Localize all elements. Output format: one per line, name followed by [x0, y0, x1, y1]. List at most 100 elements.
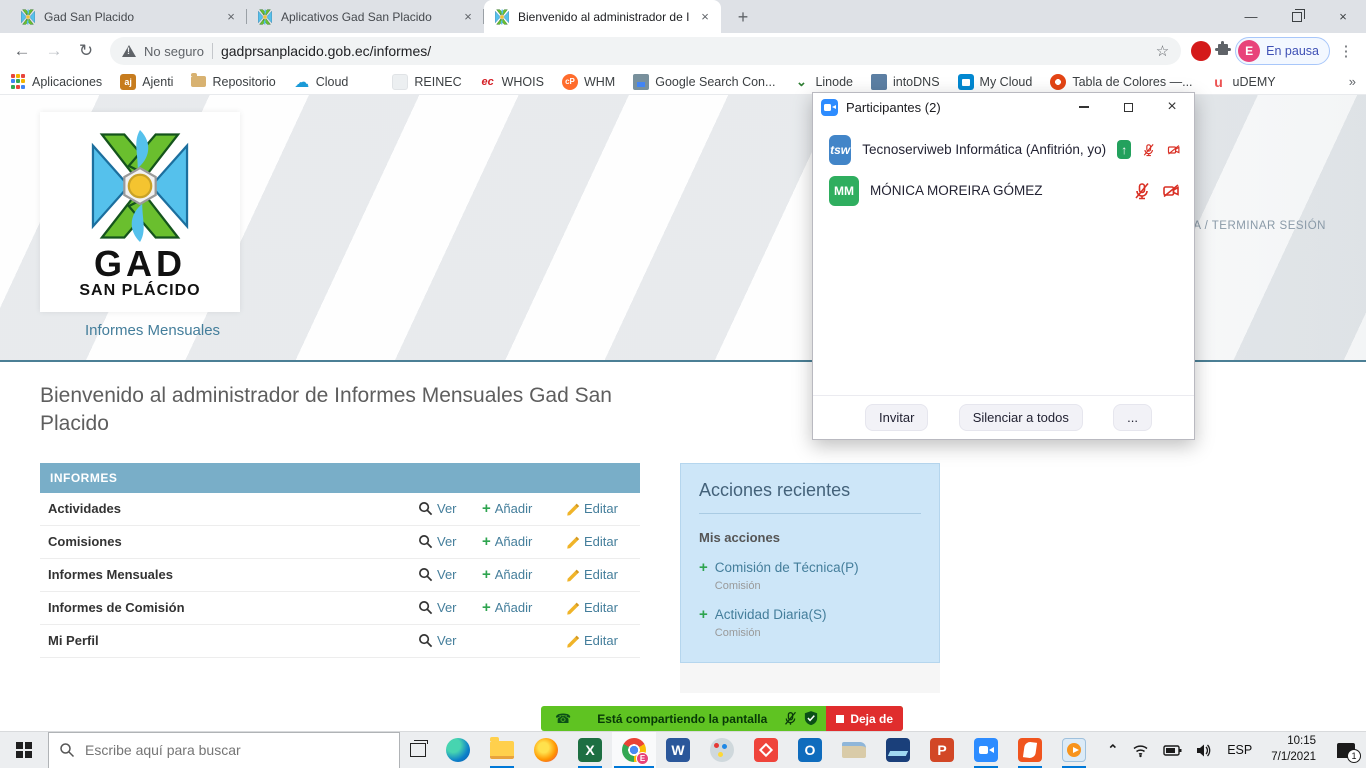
taskbar-search-box[interactable] — [48, 732, 400, 768]
ver-link[interactable]: Ver — [418, 567, 482, 582]
bookmark-whm[interactable]: cP WHM — [562, 74, 615, 90]
anadir-link[interactable]: +Añadir — [482, 500, 566, 517]
window-restore-button[interactable] — [1274, 0, 1320, 33]
bookmark-label: Repositorio — [212, 75, 275, 89]
extensions-puzzle-icon[interactable] — [1215, 41, 1231, 61]
zoom-maximize-button[interactable] — [1106, 93, 1150, 121]
taskbar-excel-button[interactable]: X — [568, 732, 612, 768]
bookmark-udemy[interactable]: u uDEMY — [1211, 74, 1276, 90]
tab-close-icon[interactable]: × — [460, 9, 476, 25]
anadir-link[interactable]: +Añadir — [482, 566, 566, 583]
reload-button[interactable]: ↻ — [72, 37, 100, 65]
participant-row-host[interactable]: tsw Tecnoserviweb Informática (Anfitrión… — [813, 129, 1194, 170]
editar-link[interactable]: Editar — [566, 534, 632, 549]
forward-button[interactable]: → — [40, 37, 68, 65]
tab-aplicativos[interactable]: Aplicativos Gad San Placido × — [247, 0, 484, 33]
url-text[interactable]: gadprsanplacido.gob.ec/informes/ — [221, 43, 1148, 59]
new-tab-button[interactable]: + — [729, 3, 757, 31]
taskbar-anydesk-button[interactable] — [744, 732, 788, 768]
video-off-icon[interactable] — [1167, 141, 1180, 159]
taskbar-paint-button[interactable] — [700, 732, 744, 768]
bookmark-ajenti[interactable]: aj Ajenti — [120, 74, 173, 90]
chrome-icon: E — [622, 738, 646, 762]
speaker-icon[interactable] — [1189, 742, 1218, 759]
taskbar-nitro-button[interactable] — [1008, 732, 1052, 768]
restore-icon — [1292, 12, 1302, 22]
bookmark-repositorio[interactable]: Repositorio — [191, 75, 275, 89]
ver-link[interactable]: Ver — [418, 633, 482, 648]
bookmark-cloud[interactable]: ☁ Cloud — [294, 74, 349, 90]
back-button[interactable]: ← — [8, 37, 36, 65]
bookmarks-overflow-chevron[interactable]: » — [1349, 74, 1356, 89]
mute-all-button[interactable]: Silenciar a todos — [959, 404, 1083, 431]
tab-gad-san-placido[interactable]: Gad San Placido × — [10, 0, 247, 33]
mic-muted-icon[interactable] — [1142, 141, 1155, 159]
ver-link[interactable]: Ver — [418, 600, 482, 615]
taskbar-word-button[interactable]: W — [656, 732, 700, 768]
informes-mensuales-link[interactable]: Informes Mensuales — [85, 322, 220, 339]
zoom-window-titlebar[interactable]: Participantes (2) × — [813, 93, 1194, 121]
bookmark-intodns[interactable]: intoDNS — [871, 74, 940, 90]
anadir-link[interactable]: +Añadir — [482, 533, 566, 550]
action-center-button[interactable]: 1 — [1326, 732, 1366, 768]
taskbar-media-player-button[interactable] — [1052, 732, 1096, 768]
table-row-comisiones: Comisiones Ver +Añadir Editar — [40, 526, 640, 559]
taskbar-outlook-button[interactable]: O — [788, 732, 832, 768]
editar-link[interactable]: Editar — [566, 600, 632, 615]
bookmark-linode[interactable]: ⌄ Linode — [793, 74, 853, 90]
bookmark-tabla-colores[interactable]: Tabla de Colores —... — [1050, 74, 1192, 90]
ver-link[interactable]: Ver — [418, 534, 482, 549]
bookmark-whois[interactable]: ec WHOIS — [480, 74, 544, 90]
ver-link[interactable]: Ver — [418, 501, 482, 516]
bookmark-star-icon[interactable]: ☆ — [1156, 42, 1169, 60]
recent-action-link[interactable]: Actividad Diaria(S) — [715, 607, 827, 622]
invite-button[interactable]: Invitar — [865, 404, 928, 431]
editar-link[interactable]: Editar — [566, 633, 632, 648]
battery-icon[interactable] — [1156, 742, 1189, 759]
taskbar-edge-button[interactable] — [436, 732, 480, 768]
bookmark-reinec[interactable]: REINEC — [392, 74, 461, 90]
plus-icon: + — [482, 599, 491, 616]
taskbar-firefox-button[interactable] — [524, 732, 568, 768]
bookmark-search-console[interactable]: Google Search Con... — [633, 74, 775, 90]
system-tray: ⌃ ESP 10:15 7/1/2021 1 — [1100, 732, 1366, 768]
address-bar[interactable]: No seguro gadprsanplacido.gob.ec/informe… — [110, 37, 1181, 65]
editar-link[interactable]: Editar — [566, 501, 632, 516]
apps-grid-icon — [10, 74, 26, 90]
start-button[interactable] — [0, 732, 48, 768]
anadir-link[interactable]: +Añadir — [482, 599, 566, 616]
profile-chip[interactable]: E En pausa — [1235, 37, 1330, 65]
tab-bienvenido-active[interactable]: Bienvenido al administrador de Informes … — [484, 0, 721, 33]
tab-close-icon[interactable]: × — [223, 9, 239, 25]
language-indicator[interactable]: ESP — [1218, 743, 1261, 757]
adblock-extension-icon[interactable] — [1191, 41, 1211, 61]
bookmark-mycloud[interactable]: My Cloud — [958, 74, 1033, 90]
task-view-button[interactable] — [400, 732, 436, 768]
taskbar-scan-app-button[interactable] — [876, 732, 920, 768]
logo-subtitle: SAN PLÁCIDO — [79, 282, 200, 300]
taskbar-clock[interactable]: 10:15 7/1/2021 — [1261, 734, 1326, 765]
bookmark-aplicaciones[interactable]: Aplicaciones — [10, 74, 102, 90]
zoom-close-button[interactable]: × — [1150, 93, 1194, 121]
wifi-icon[interactable] — [1125, 742, 1156, 758]
more-options-button[interactable]: ... — [1113, 404, 1152, 431]
taskbar-powerpoint-button[interactable]: P — [920, 732, 964, 768]
editar-link[interactable]: Editar — [566, 567, 632, 582]
video-off-icon[interactable] — [1162, 182, 1180, 200]
search-input[interactable] — [85, 742, 355, 758]
not-secure-warning-icon[interactable] — [122, 45, 136, 57]
taskbar-scanner-button[interactable] — [832, 732, 876, 768]
chrome-menu-button[interactable]: ⋮ — [1334, 42, 1358, 60]
tab-close-icon[interactable]: × — [697, 9, 713, 25]
window-close-button[interactable]: × — [1320, 0, 1366, 33]
stop-sharing-button[interactable]: Deja de — [826, 706, 903, 731]
window-minimize-button[interactable]: — — [1228, 0, 1274, 33]
taskbar-zoom-button[interactable] — [964, 732, 1008, 768]
tray-chevron-up-icon[interactable]: ⌃ — [1100, 742, 1125, 758]
zoom-minimize-button[interactable] — [1062, 93, 1106, 121]
participant-row-monica[interactable]: MM MÓNICA MOREIRA GÓMEZ — [813, 170, 1194, 211]
taskbar-chrome-button[interactable]: E — [612, 732, 656, 768]
recent-action-link[interactable]: Comisión de Técnica(P) — [715, 560, 859, 575]
taskbar-file-explorer-button[interactable] — [480, 732, 524, 768]
mic-muted-icon[interactable] — [1133, 182, 1151, 200]
